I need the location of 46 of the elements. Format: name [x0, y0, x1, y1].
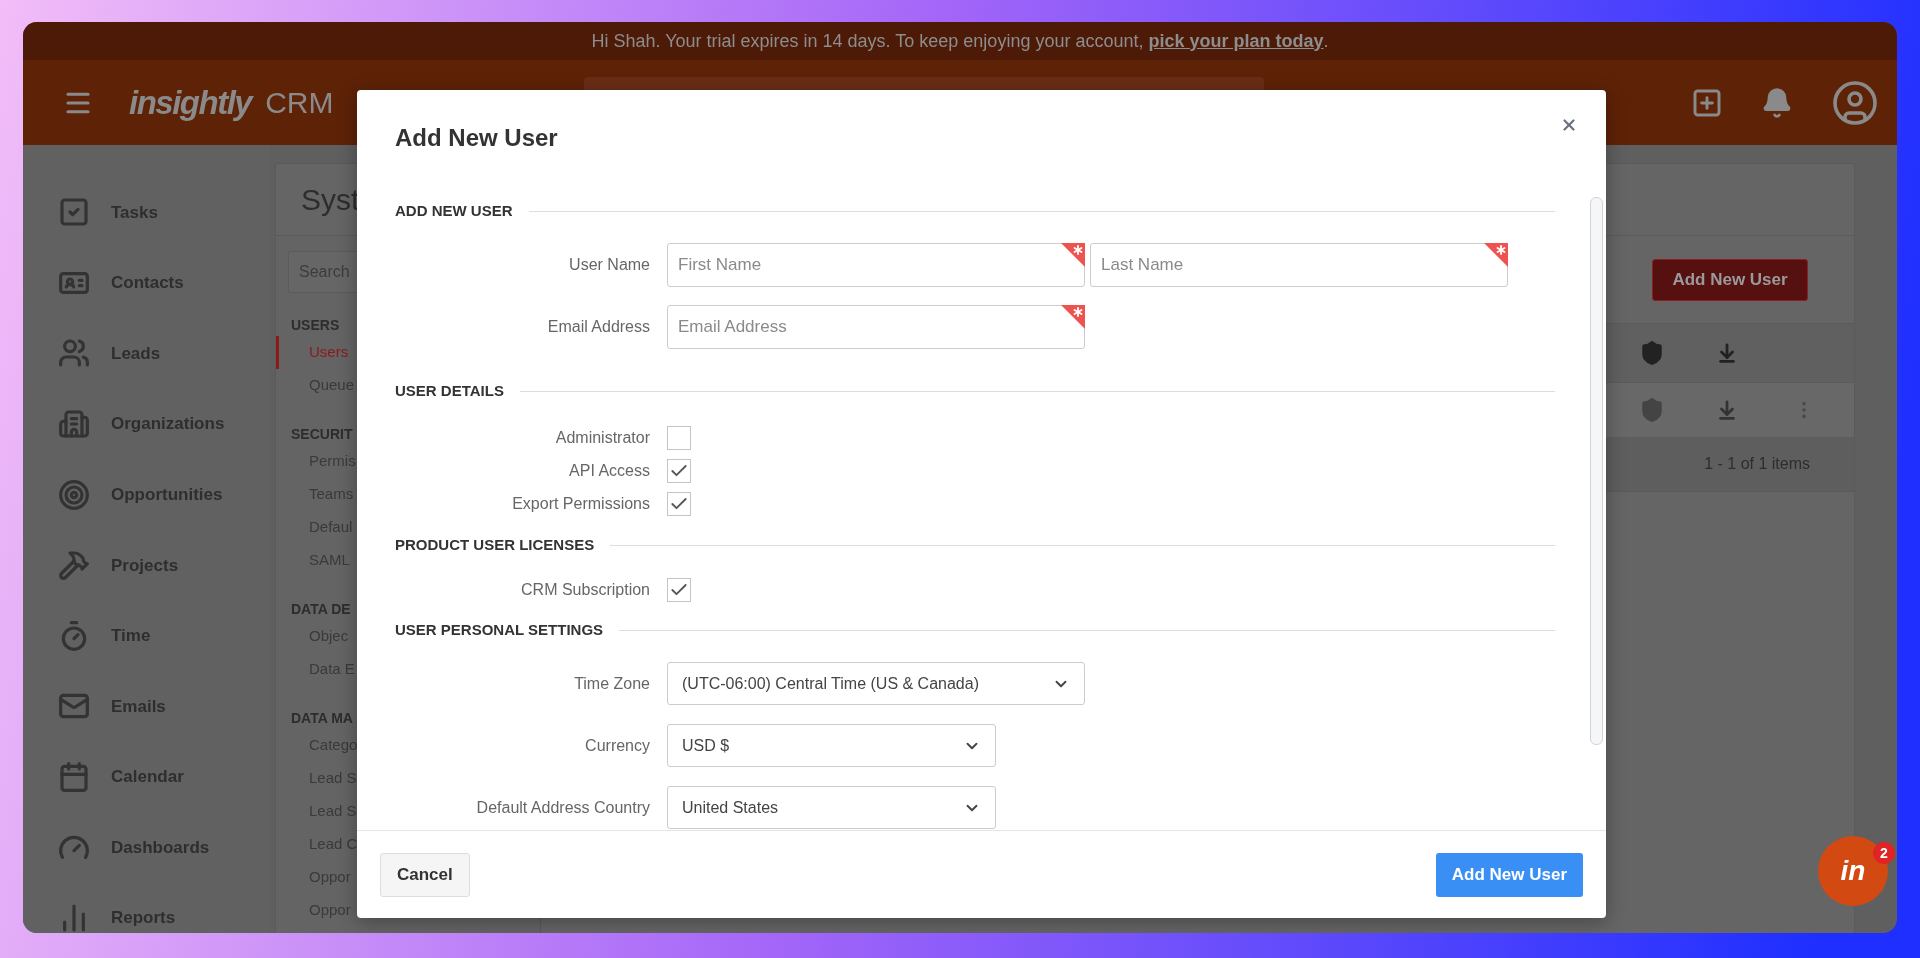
field-label: Time Zone	[573, 673, 650, 694]
calendar-icon	[58, 761, 90, 794]
page-title: Syst	[301, 182, 360, 218]
dropdown[interactable]: (UTC-06:00) Central Time (US & Canada)	[667, 662, 1085, 705]
banner-text: Hi Shah. Your trial expires in 14 days. To keep enjoying your account,	[591, 29, 1144, 53]
checkbox[interactable]	[667, 426, 691, 450]
building-icon	[58, 408, 90, 441]
field-label: Currency	[584, 735, 650, 756]
field-label: Default Address Country	[475, 797, 650, 818]
field-label: CRM Subscription	[520, 580, 650, 600]
section-heading: USER DETAILS	[395, 380, 504, 401]
avatar-icon[interactable]	[1831, 78, 1879, 127]
text-input[interactable]: First Name	[667, 243, 1085, 287]
target-icon	[58, 478, 90, 511]
notification-badge: 2	[1873, 842, 1895, 864]
people-icon	[58, 337, 90, 370]
banner-period: .	[1323, 29, 1329, 53]
checkbox-icon	[58, 196, 90, 229]
section-heading: USER PERSONAL SETTINGS	[395, 619, 604, 640]
section-heading: USERS	[291, 316, 340, 335]
dialog-title: Add New User	[395, 122, 558, 153]
add-user-button[interactable]: Add New User	[1435, 852, 1583, 897]
section-heading: ADD NEW USER	[395, 200, 513, 221]
hammer-icon	[58, 549, 90, 582]
dropdown[interactable]: USD $	[667, 724, 996, 767]
plan-link[interactable]: pick your plan today	[1148, 27, 1324, 55]
close-icon[interactable]	[1560, 116, 1578, 134]
field-label: Export Permissions	[511, 494, 650, 514]
field-label: API Access	[568, 461, 650, 481]
logo: insightly	[129, 82, 252, 123]
field-label: Email Address	[546, 317, 650, 337]
bell-icon[interactable]	[1761, 86, 1793, 119]
checkbox[interactable]	[667, 459, 691, 483]
section-heading: SECURIT	[291, 425, 353, 444]
field-label: Administrator	[554, 428, 650, 448]
dropdown[interactable]: United States	[667, 786, 996, 829]
checkbox[interactable]	[667, 492, 691, 516]
checkbox[interactable]	[667, 578, 691, 602]
scrollbar[interactable]	[1590, 197, 1603, 745]
field-label: User Name	[568, 255, 650, 275]
add-user-button[interactable]: Add New User	[1652, 258, 1808, 301]
text-input[interactable]: Email Address	[667, 305, 1085, 349]
product-name: CRM	[265, 85, 334, 121]
section-heading: PRODUCT USER LICENSES	[395, 534, 595, 555]
cancel-button[interactable]: Cancel	[380, 852, 470, 897]
text-input[interactable]: Last Name	[1090, 243, 1508, 287]
